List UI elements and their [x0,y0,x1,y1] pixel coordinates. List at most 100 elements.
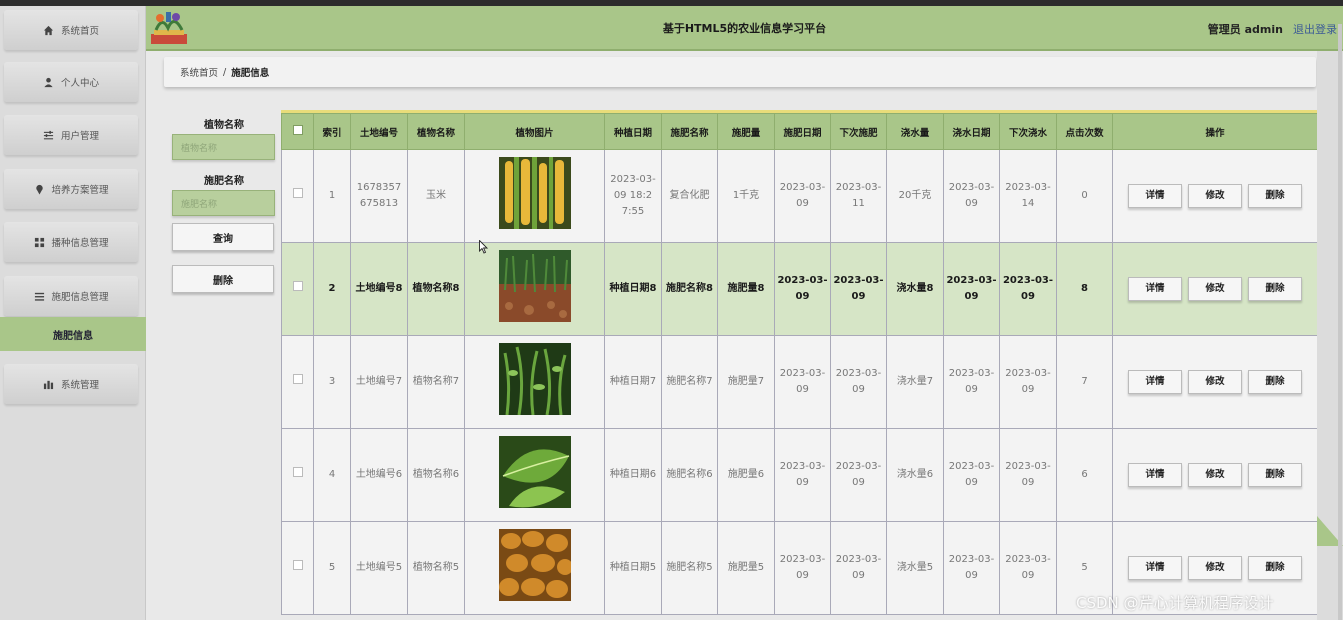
detail-button[interactable]: 详情 [1128,556,1182,580]
row-select-cell[interactable] [281,521,314,615]
fertilizer-name-cell: 复合化肥 [661,149,718,243]
sidebar-item-system[interactable]: 系统管理 [4,364,138,404]
top-header: 基于HTML5的农业信息学习平台 管理员 admin 退出登录 [146,6,1343,51]
index-cell: 5 [313,521,351,615]
sidebar-item-home[interactable]: 系统首页 [4,10,138,50]
edit-button[interactable]: 修改 [1188,370,1242,394]
water-date-cell: 2023-03-09 [943,521,1000,615]
delete-row-button[interactable]: 删除 [1248,184,1302,208]
actions-cell: 详情 修改 删除 [1112,428,1317,522]
edit-button[interactable]: 修改 [1188,463,1242,487]
column-header[interactable]: 点击次数 [1056,113,1113,150]
water-amount-cell: 浇水量7 [886,335,944,429]
next-fertilize-cell: 2023-03-09 [830,335,887,429]
table-row: 1 1678357675813 玉米 2023-03-09 18:27:55 复合化肥 1… [281,149,1317,243]
column-header[interactable]: 浇水量 [886,113,944,150]
fertilizer-name-input[interactable]: 施肥名称 [172,190,275,216]
next-fertilize-cell: 2023-03-11 [830,149,887,243]
sidebar-item-profile[interactable]: 个人中心 [4,62,138,102]
land-number-cell: 1678357675813 [350,149,408,243]
query-button[interactable]: 查询 [172,223,274,251]
row-checkbox[interactable] [292,560,303,570]
row-checkbox[interactable] [292,281,303,291]
row-checkbox[interactable] [292,188,303,198]
plant-date-cell: 种植日期8 [604,242,662,336]
column-header[interactable]: 施肥量 [717,113,775,150]
sidebar-item-label: 系统管理 [60,380,99,391]
actions-cell: 详情 修改 删除 [1112,149,1317,243]
row-checkbox[interactable] [292,374,303,384]
sidebar: 系统首页 个人中心 用户管理 培养方案管理 播种信息管理 施肥信息管理 施肥信息… [0,6,146,620]
plant-name-cell: 植物名称7 [407,335,465,429]
detail-button[interactable]: 详情 [1128,277,1182,301]
water-amount-cell: 20千克 [886,149,944,243]
click-count-cell: 7 [1056,335,1113,429]
sidebar-item-training-plan[interactable]: 培养方案管理 [4,169,138,209]
sliders-icon [43,129,55,141]
sidebar-subitem-fertilizer-info[interactable]: 施肥信息 [0,317,146,351]
fertilizer-date-cell: 2023-03-09 [774,521,831,615]
next-fertilize-cell: 2023-03-09 [830,428,887,522]
plant-name-input[interactable]: 植物名称 [172,134,275,160]
row-select-cell[interactable] [281,149,314,243]
column-header[interactable]: 施肥名称 [661,113,718,150]
delete-row-button[interactable]: 删除 [1248,463,1302,487]
column-header[interactable]: 浇水日期 [943,113,1000,150]
plant-image-cell [464,428,605,522]
click-count-cell: 8 [1056,242,1113,336]
plant-image [465,529,604,607]
land-number-cell: 土地编号7 [350,335,408,429]
column-header[interactable]: 下次施肥 [830,113,887,150]
detail-button[interactable]: 详情 [1128,184,1182,208]
breadcrumb-home[interactable]: 系统首页 [180,65,218,79]
page-scrollbar[interactable] [1338,24,1342,620]
sidebar-item-users[interactable]: 用户管理 [4,115,138,155]
plant-image-cell [464,335,605,429]
actions-cell: 详情 修改 删除 [1112,335,1317,429]
table-row: 4 土地编号6 植物名称6 种植日期6 施肥名称6 施肥量6 2023-03-09 2023-… [281,428,1317,522]
breadcrumb-current: 施肥信息 [231,68,270,79]
row-select-cell[interactable] [281,335,314,429]
select-all-header[interactable] [281,113,314,150]
detail-button[interactable]: 详情 [1128,463,1182,487]
delete-row-button[interactable]: 删除 [1248,556,1302,580]
row-select-cell[interactable] [281,428,314,522]
plant-name-cell: 植物名称8 [407,242,465,336]
fertilizer-amount-cell: 施肥量8 [717,242,775,336]
logout-link[interactable]: 退出登录 [1293,21,1337,37]
row-select-cell[interactable] [281,242,314,336]
fertilizer-name-cell: 施肥名称8 [661,242,718,336]
sidebar-item-label: 系统首页 [60,26,99,37]
next-water-cell: 2023-03-09 [999,335,1057,429]
sidebar-item-sowing[interactable]: 播种信息管理 [4,222,138,262]
next-water-cell: 2023-03-09 [999,242,1057,336]
water-date-cell: 2023-03-09 [943,149,1000,243]
actions-cell: 详情 修改 删除 [1112,242,1317,336]
fertilizer-date-cell: 2023-03-09 [774,242,831,336]
sidebar-item-fertilizer[interactable]: 施肥信息管理 [4,276,138,316]
column-header[interactable]: 植物名称 [407,113,465,150]
delete-row-button[interactable]: 删除 [1248,370,1302,394]
plant-image [465,157,604,235]
edit-button[interactable]: 修改 [1188,277,1242,301]
home-icon [43,24,55,36]
column-header[interactable]: 索引 [313,113,351,150]
edit-button[interactable]: 修改 [1188,184,1242,208]
next-water-cell: 2023-03-14 [999,149,1057,243]
plant-image [465,436,604,514]
plant-name-cell: 植物名称5 [407,521,465,615]
detail-button[interactable]: 详情 [1128,370,1182,394]
index-cell: 4 [313,428,351,522]
column-header[interactable]: 下次浇水 [999,113,1057,150]
fertilizer-amount-cell: 施肥量7 [717,335,775,429]
edit-button[interactable]: 修改 [1188,556,1242,580]
row-checkbox[interactable] [292,467,303,477]
plant-date-cell: 种植日期7 [604,335,662,429]
select-all-checkbox[interactable] [292,125,303,135]
delete-button[interactable]: 删除 [172,265,274,293]
column-header[interactable]: 种植日期 [604,113,662,150]
delete-row-button[interactable]: 删除 [1248,277,1302,301]
column-header[interactable]: 土地编号 [350,113,408,150]
fertilizer-date-cell: 2023-03-09 [774,428,831,522]
column-header[interactable]: 施肥日期 [774,113,831,150]
